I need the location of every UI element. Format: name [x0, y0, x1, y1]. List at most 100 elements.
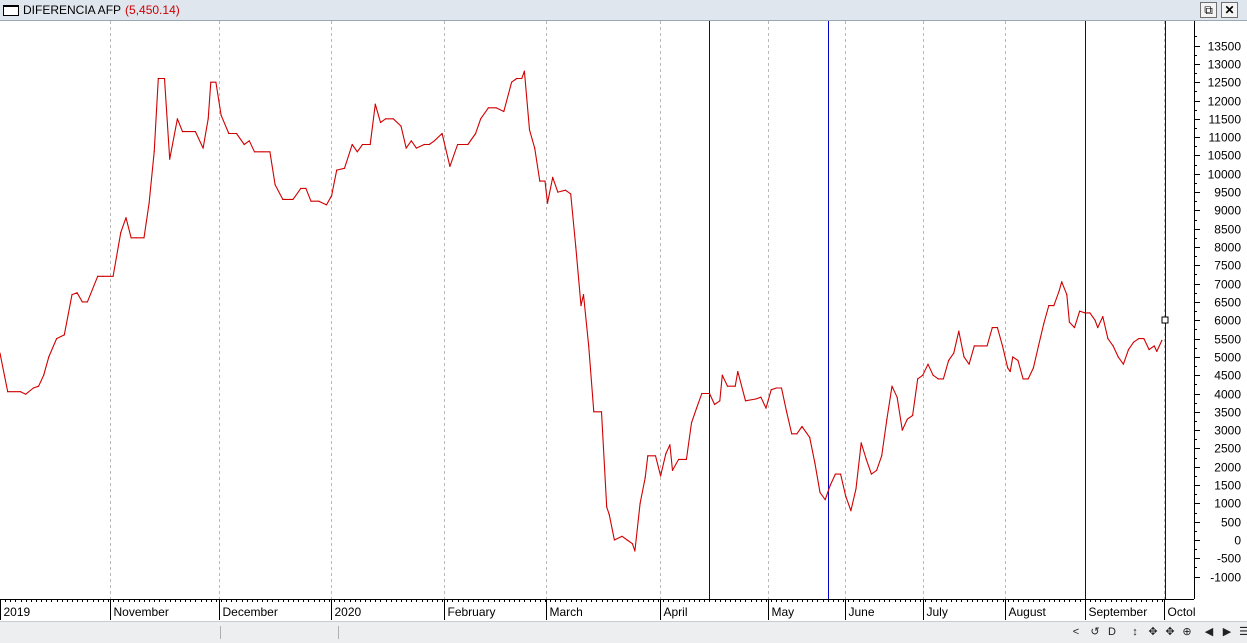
x-tick-label: March: [550, 605, 583, 619]
data-point: [38, 385, 40, 387]
data-point: [331, 195, 333, 197]
data-point: [948, 359, 950, 362]
data-point: [765, 407, 767, 409]
data-point: [631, 543, 634, 545]
y-tick-label: -500: [1217, 552, 1241, 566]
window-icon: [3, 5, 19, 16]
data-point: [207, 118, 209, 120]
data-point: [1138, 338, 1140, 340]
data-point: [780, 387, 783, 389]
data-point: [135, 237, 137, 239]
data-point: [917, 378, 919, 380]
data-point: [130, 237, 132, 239]
scroll-left-button[interactable]: <: [1068, 625, 1084, 640]
data-point: [1084, 312, 1086, 314]
data-point: [1048, 305, 1050, 307]
data-point: [669, 444, 671, 446]
data-point: [719, 400, 721, 402]
data-point: [153, 151, 155, 153]
restore-icon: ⧉: [1204, 3, 1213, 17]
data-point: [1133, 341, 1135, 343]
data-point: [786, 411, 788, 413]
menu-icon[interactable]: ☰: [1236, 625, 1247, 640]
data-point: [1094, 319, 1096, 321]
move-icon[interactable]: ✥: [1145, 625, 1161, 640]
data-point: [1156, 350, 1158, 352]
data-point: [876, 469, 878, 471]
data-point: [148, 202, 150, 204]
data-point: [775, 387, 777, 389]
zoom-out-icon[interactable]: ✥: [1162, 625, 1178, 640]
data-point: [809, 436, 811, 438]
data-point: [102, 275, 104, 277]
data-point: [557, 191, 559, 193]
data-point: [855, 488, 857, 490]
y-tick-label: -1000: [1210, 571, 1241, 585]
close-button[interactable]: ✕: [1221, 2, 1238, 18]
data-point: [1061, 281, 1063, 283]
data-point: [361, 143, 364, 146]
data-point: [744, 400, 747, 402]
data-point: [282, 198, 284, 200]
data-point: [737, 370, 739, 373]
data-point: [958, 330, 960, 332]
data-point: [1066, 294, 1068, 296]
y-tick-label: 8500: [1214, 223, 1241, 237]
y-tick-label: 13500: [1208, 40, 1242, 54]
data-point: [634, 550, 636, 552]
period-daily-button[interactable]: D: [1104, 625, 1120, 640]
data-point: [1007, 367, 1009, 369]
drag-handle-icon: [1161, 316, 1169, 324]
vertical-scale-icon[interactable]: ↕: [1127, 625, 1143, 640]
data-point: [986, 345, 988, 347]
data-point: [927, 363, 929, 365]
data-point: [523, 70, 526, 72]
series-line: [0, 70, 1163, 552]
data-point: [696, 407, 698, 409]
chart-area[interactable]: -1000 -500 0 500 1000 1500 2000 2500 3000 3500 400…: [0, 21, 1247, 621]
restore-button[interactable]: ⧉: [1200, 2, 1217, 18]
data-point: [922, 374, 924, 376]
scroll-forward-icon[interactable]: ▶: [1219, 625, 1235, 640]
x-tick-label: July: [927, 605, 948, 619]
x-tick-label: 2019: [4, 605, 31, 619]
y-tick-label: 4500: [1214, 369, 1241, 383]
y-tick-label: 6000: [1214, 314, 1241, 328]
data-point: [1043, 323, 1045, 325]
scroll-back-icon[interactable]: ◀: [1201, 625, 1217, 640]
data-point: [76, 292, 78, 294]
data-point: [1089, 312, 1091, 314]
data-point: [865, 458, 867, 460]
x-tick-label: December: [223, 605, 278, 619]
data-point: [457, 143, 459, 146]
y-tick-label: 9500: [1214, 186, 1241, 200]
y-tick-label: 11500: [1209, 113, 1242, 127]
data-point: [953, 352, 955, 354]
data-point: [385, 118, 387, 120]
data-point: [475, 132, 477, 135]
data-point: [1102, 316, 1104, 318]
zoom-in-icon[interactable]: ⊕: [1179, 625, 1195, 640]
data-point: [968, 363, 970, 365]
data-point: [570, 193, 572, 195]
data-point: [400, 125, 402, 127]
data-point: [7, 391, 9, 393]
data-point: [63, 334, 65, 336]
data-point: [734, 385, 736, 387]
data-point: [665, 453, 667, 455]
data-point: [1153, 345, 1155, 347]
data-point: [449, 165, 451, 167]
y-tick-label: 1500: [1214, 479, 1241, 493]
data-point: [534, 147, 536, 149]
data-point: [564, 189, 567, 191]
data-point: [770, 389, 772, 391]
data-point: [181, 131, 184, 133]
data-point: [942, 378, 945, 380]
data-point: [626, 539, 628, 541]
data-point: [660, 475, 662, 477]
y-tick-label: 12500: [1208, 76, 1242, 90]
data-point: [480, 118, 482, 120]
reset-icon[interactable]: ↺: [1087, 625, 1103, 640]
data-point: [726, 385, 729, 387]
data-point: [937, 378, 939, 380]
